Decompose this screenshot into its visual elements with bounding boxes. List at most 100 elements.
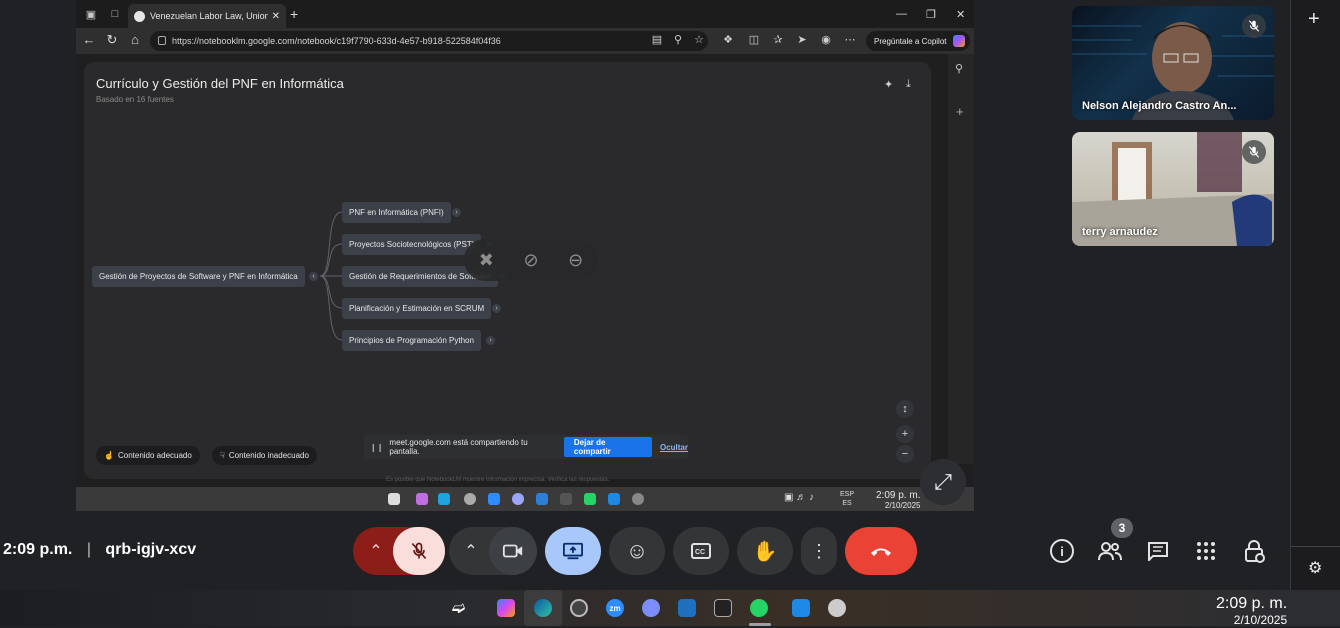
widgets-icon[interactable]: ➫	[452, 598, 465, 618]
share-icon[interactable]: ➤	[794, 33, 810, 46]
fullscreen-expand-icon[interactable]: ⤢	[920, 459, 966, 505]
child-node[interactable]: Proyectos Sociotecnológicos (PST)	[342, 234, 482, 255]
inner-search-app-icon[interactable]	[632, 493, 644, 505]
reactions-button[interactable]: ☺	[609, 527, 665, 575]
chrome-app-icon[interactable]	[642, 599, 660, 617]
people-icon[interactable]	[1098, 541, 1122, 566]
participant-tile[interactable]: Nelson Alejandro Castro An...	[1072, 6, 1274, 120]
raise-hand-button[interactable]: ✋	[737, 527, 793, 575]
mic-off-icon	[411, 542, 427, 560]
reload-icon[interactable]: ↻	[103, 32, 121, 48]
remote-desktop-app-icon[interactable]	[792, 599, 810, 617]
collapse-chevron-icon[interactable]: ‹	[309, 272, 318, 281]
taskbar-time: 2:09 p. m.	[1216, 595, 1288, 612]
back-icon[interactable]: ←	[80, 32, 98, 47]
activities-icon[interactable]	[1196, 541, 1216, 566]
participant-tile[interactable]: terry arnaudez	[1072, 132, 1274, 246]
bad-content-button[interactable]: ☟ Contenido inadecuado	[212, 446, 317, 465]
minimize-icon[interactable]: —	[896, 8, 907, 20]
expand-chevron-icon[interactable]: ›	[452, 208, 461, 217]
copilot-button[interactable]: Pregúntale a Copilot	[866, 31, 970, 51]
favorites-icon[interactable]: ✰	[770, 33, 786, 46]
inner-lang-bottom: ES	[842, 500, 852, 507]
inner-obs-icon[interactable]	[464, 493, 476, 505]
drag-handle-icon[interactable]: ❙❙	[370, 443, 383, 452]
browser-tab[interactable]: Venezuelan Labor Law, Unions, a ✕	[128, 4, 286, 28]
favorite-star-icon[interactable]: ☆	[691, 33, 707, 46]
unpin-icon[interactable]: ✖	[479, 250, 494, 271]
workspaces-icon[interactable]: ▣	[80, 3, 102, 25]
camera-icon	[502, 544, 523, 558]
child-node[interactable]: Principios de Programación Python	[342, 330, 481, 351]
inner-lang-top: ESP	[840, 491, 855, 498]
close-tab-icon[interactable]: ✕	[272, 11, 280, 22]
leave-call-button[interactable]	[845, 527, 917, 575]
taskbar-clock[interactable]: 2:09 p. m. 2/10/2025	[1216, 596, 1287, 628]
whatsapp-app-icon[interactable]	[750, 599, 768, 617]
sidebar-add-icon[interactable]: +	[956, 104, 964, 119]
inner-remote-icon[interactable]	[608, 493, 620, 505]
chat-icon[interactable]	[1147, 541, 1169, 566]
edge-app-icon[interactable]	[534, 599, 552, 617]
root-node[interactable]: Gestión de Proyectos de Software y PNF e…	[92, 266, 305, 287]
inner-tray-icons[interactable]: ▣ ♬ ♪	[784, 492, 814, 503]
shared-screen: ▣ □ Venezuelan Labor Law, Unions, a ✕ + …	[76, 0, 974, 511]
search-icon[interactable]: ⚲	[955, 62, 963, 75]
separator: |	[86, 541, 91, 558]
inner-chrome-icon[interactable]	[512, 493, 524, 505]
meeting-details-icon[interactable]: i	[1050, 539, 1074, 563]
inner-whatsapp-icon[interactable]	[584, 493, 596, 505]
inner-widgets-icon[interactable]	[388, 493, 400, 505]
vscode-app-icon[interactable]	[678, 599, 696, 617]
more-options-button[interactable]: ⋮	[801, 527, 837, 575]
inner-inkscape-icon[interactable]	[560, 493, 572, 505]
inner-edge-icon[interactable]	[438, 493, 450, 505]
obs-app-icon[interactable]	[570, 599, 588, 617]
new-tab-icon[interactable]: +	[290, 6, 298, 22]
captions-button[interactable]: CC	[673, 527, 729, 575]
restore-icon[interactable]: ❐	[926, 8, 936, 21]
add-icon[interactable]: +	[1308, 8, 1320, 31]
expand-chevron-icon[interactable]: ›	[492, 304, 501, 313]
child-node[interactable]: PNF en Informática (PNFI)	[342, 202, 451, 223]
svg-text:CC: CC	[695, 549, 705, 556]
inner-vscode-icon[interactable]	[536, 493, 548, 505]
settings-gear-icon[interactable]: ⚙	[1308, 558, 1322, 578]
camera-toggle-button[interactable]	[489, 527, 537, 575]
inner-language[interactable]: ESP ES	[840, 490, 854, 508]
address-bar[interactable]: https://notebooklm.google.com/notebook/c…	[150, 31, 708, 51]
disclaimer-text: Es posible que NotebookLM muestre inform…	[386, 477, 610, 483]
extensions-icon[interactable]: ❖	[720, 33, 736, 46]
inner-zoom-icon[interactable]	[488, 493, 500, 505]
split-screen-icon[interactable]: ◫	[746, 33, 762, 46]
inner-copilot-icon[interactable]	[416, 493, 428, 505]
participant-name: Nelson Alejandro Castro An...	[1082, 100, 1237, 112]
expand-chevron-icon[interactable]: ›	[486, 336, 495, 345]
zoom-icon[interactable]: ⚲	[670, 33, 686, 46]
inkscape-app-icon[interactable]	[714, 599, 732, 617]
hide-notice-link[interactable]: Ocultar	[660, 443, 688, 452]
more-menu-icon[interactable]: ⋯	[842, 33, 858, 46]
copilot-logo-icon	[952, 35, 965, 47]
host-controls-icon[interactable]	[1244, 539, 1266, 568]
mute-tile-icon[interactable]: ⊘	[523, 250, 538, 271]
child-node[interactable]: Planificación y Estimación en SCRUM	[342, 298, 492, 319]
zoom-app-icon[interactable]: zm	[606, 599, 624, 617]
close-window-icon[interactable]: ✕	[956, 8, 965, 21]
mic-toggle-button[interactable]	[393, 527, 445, 575]
zoom-in-icon[interactable]: +	[896, 425, 914, 443]
stop-sharing-button[interactable]: Dejar de compartir	[563, 437, 652, 457]
profile-icon[interactable]: ◉	[818, 33, 834, 46]
camera-options-chevron-icon[interactable]: ⌃	[449, 527, 493, 575]
copilot-app-icon[interactable]	[497, 599, 515, 617]
fit-view-icon[interactable]: ↕	[896, 400, 914, 418]
present-screen-button[interactable]	[545, 527, 601, 575]
app-available-icon[interactable]: ▤	[649, 33, 665, 46]
search-app-icon[interactable]	[828, 599, 846, 617]
home-icon[interactable]: ⌂	[126, 32, 144, 47]
zoom-out-icon[interactable]: −	[896, 445, 914, 463]
inner-clock[interactable]: 2:09 p. m. 2/10/2025	[876, 490, 920, 510]
remove-icon[interactable]: ⊖	[568, 250, 583, 271]
good-content-button[interactable]: ☝ Contenido adecuado	[96, 446, 200, 465]
tab-actions-icon[interactable]: □	[104, 3, 126, 25]
